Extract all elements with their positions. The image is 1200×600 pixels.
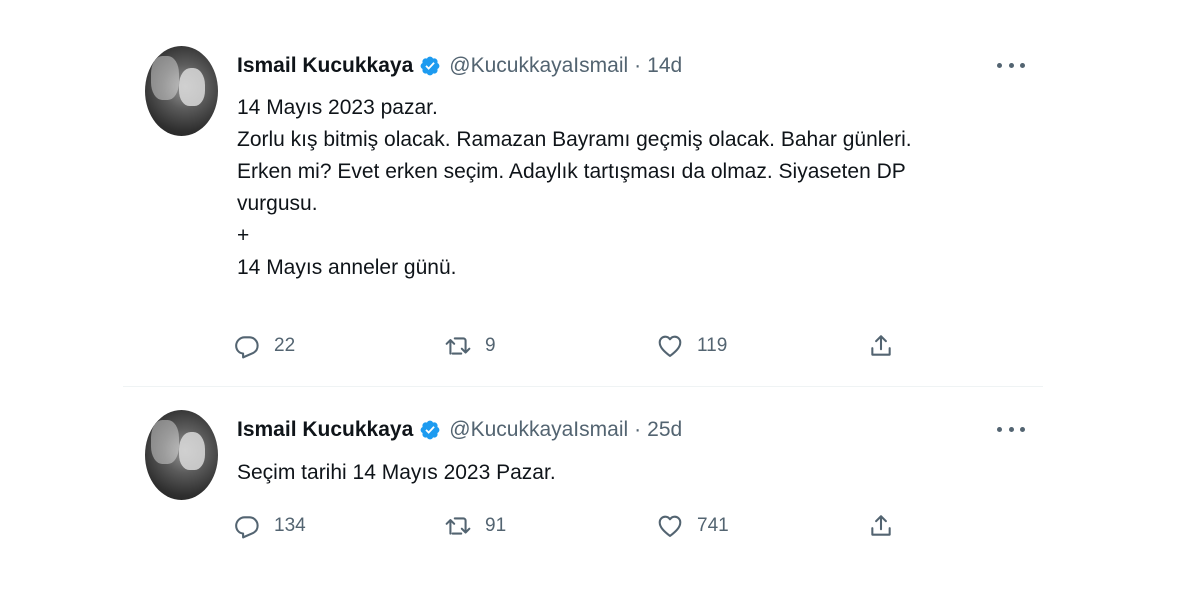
- share-icon: [871, 515, 891, 536]
- more-dot: [1008, 62, 1014, 68]
- like-count: 741: [697, 515, 729, 536]
- share-button[interactable]: [868, 333, 908, 359]
- tweet[interactable]: Ismail Kucukkaya @KucukkayaIsmail · 14d …: [128, 40, 1043, 380]
- more-dot: [1020, 426, 1025, 432]
- tweet-timestamp[interactable]: 14d: [647, 54, 682, 78]
- more-dot: [1008, 426, 1014, 432]
- retweet-icon: [445, 337, 471, 355]
- reply-count: 22: [274, 335, 296, 356]
- tweet-line: Erken mi? Evet erken seçim. Adaylık tart…: [237, 160, 906, 183]
- reply-icon: [235, 516, 259, 539]
- reply-icon: [235, 336, 259, 359]
- separator-dot: ·: [634, 54, 642, 77]
- avatar-shape: [151, 420, 179, 464]
- like-button[interactable]: 741: [657, 513, 729, 539]
- separator-dot: ·: [634, 418, 642, 441]
- author-handle[interactable]: @KucukkayaIsmail: [449, 418, 628, 442]
- retweet-icon: [445, 517, 471, 535]
- tweet-text: 14 Mayıs 2023 pazar. Zorlu kış bitmiş ol…: [237, 92, 1027, 284]
- more-dot: [997, 426, 1002, 432]
- author-name[interactable]: Ismail Kucukkaya: [237, 54, 413, 78]
- verified-badge-icon: [420, 56, 440, 76]
- like-button[interactable]: 119: [657, 333, 727, 359]
- tweet-header: Ismail Kucukkaya @KucukkayaIsmail · 14d: [237, 54, 682, 78]
- tweet-divider: [123, 386, 1043, 387]
- share-icon: [871, 335, 891, 356]
- tweet-actions: 134 91 741: [234, 513, 914, 545]
- avatar-face: [179, 68, 205, 106]
- avatar[interactable]: [145, 46, 218, 136]
- more-horizontal-icon[interactable]: [997, 418, 1025, 440]
- more-dot: [1020, 62, 1025, 68]
- reply-button[interactable]: 134: [234, 513, 306, 539]
- heart-icon: [658, 515, 682, 537]
- author-handle[interactable]: @KucukkayaIsmail: [449, 54, 628, 78]
- tweet-line: vurgusu.: [237, 192, 318, 215]
- tweet-line: Seçim tarihi 14 Mayıs 2023 Pazar.: [237, 461, 556, 484]
- avatar[interactable]: [145, 410, 218, 500]
- tweet-header: Ismail Kucukkaya @KucukkayaIsmail · 25d: [237, 418, 682, 442]
- more-horizontal-icon[interactable]: [997, 54, 1025, 76]
- reply-count: 134: [274, 515, 306, 536]
- tweet-line: +: [237, 224, 250, 247]
- more-dot: [997, 62, 1002, 68]
- tweet-timestamp[interactable]: 25d: [647, 418, 682, 442]
- verified-badge-icon: [420, 420, 440, 440]
- author-name[interactable]: Ismail Kucukkaya: [237, 418, 413, 442]
- retweet-count: 91: [485, 515, 507, 536]
- reply-button[interactable]: 22: [234, 333, 295, 359]
- retweet-button[interactable]: 91: [445, 513, 506, 539]
- tweet-text: Seçim tarihi 14 Mayıs 2023 Pazar.: [237, 457, 1027, 489]
- avatar-shape: [151, 56, 179, 100]
- avatar-face: [179, 432, 205, 470]
- like-count: 119: [697, 335, 728, 356]
- share-button[interactable]: [868, 513, 908, 539]
- retweet-count: 9: [485, 335, 496, 356]
- retweet-button[interactable]: 9: [445, 333, 496, 359]
- tweet-line: Zorlu kış bitmiş olacak. Ramazan Bayramı…: [237, 128, 912, 151]
- tweet-line: 14 Mayıs 2023 pazar.: [237, 96, 438, 119]
- tweet-line: 14 Mayıs anneler günü.: [237, 256, 457, 279]
- tweet-actions: 22 9 119: [234, 333, 914, 365]
- tweet[interactable]: Ismail Kucukkaya @KucukkayaIsmail · 25d …: [128, 405, 1043, 575]
- heart-icon: [658, 335, 682, 357]
